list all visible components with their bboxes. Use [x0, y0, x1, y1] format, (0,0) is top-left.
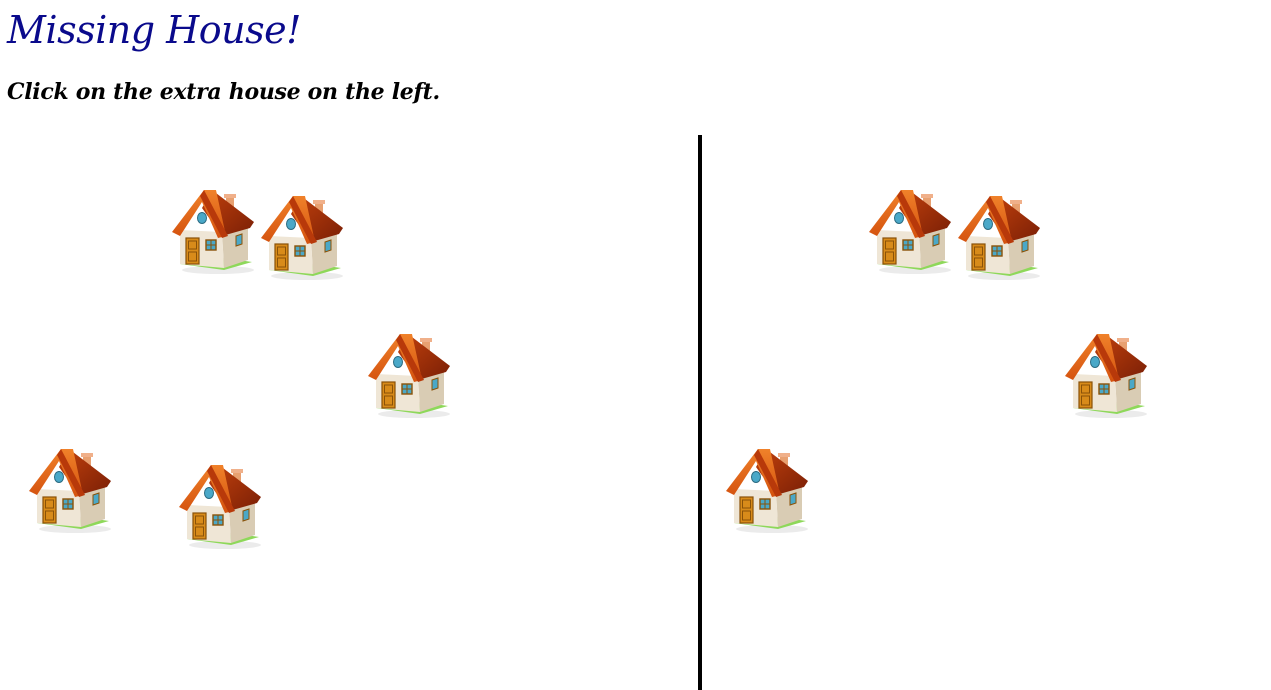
left-house-2[interactable] — [255, 192, 349, 284]
left-house-4[interactable] — [23, 445, 117, 537]
house-icon — [958, 196, 1040, 280]
house-icon — [869, 190, 951, 274]
right-house-1 — [863, 186, 957, 278]
left-panel — [0, 135, 698, 690]
left-house-5[interactable] — [173, 461, 267, 553]
house-icon — [368, 334, 450, 418]
house-icon — [1065, 334, 1147, 418]
left-house-1[interactable] — [166, 186, 260, 278]
right-house-2 — [952, 192, 1046, 284]
house-icon — [179, 465, 261, 549]
right-house-3 — [1059, 330, 1153, 422]
house-icon — [726, 449, 808, 533]
instruction-text: Click on the extra house on the left. — [7, 79, 440, 105]
left-house-3[interactable] — [362, 330, 456, 422]
house-icon — [261, 196, 343, 280]
right-house-4 — [720, 445, 814, 537]
house-icon — [172, 190, 254, 274]
house-icon — [29, 449, 111, 533]
game-title: Missing House! — [7, 8, 301, 52]
